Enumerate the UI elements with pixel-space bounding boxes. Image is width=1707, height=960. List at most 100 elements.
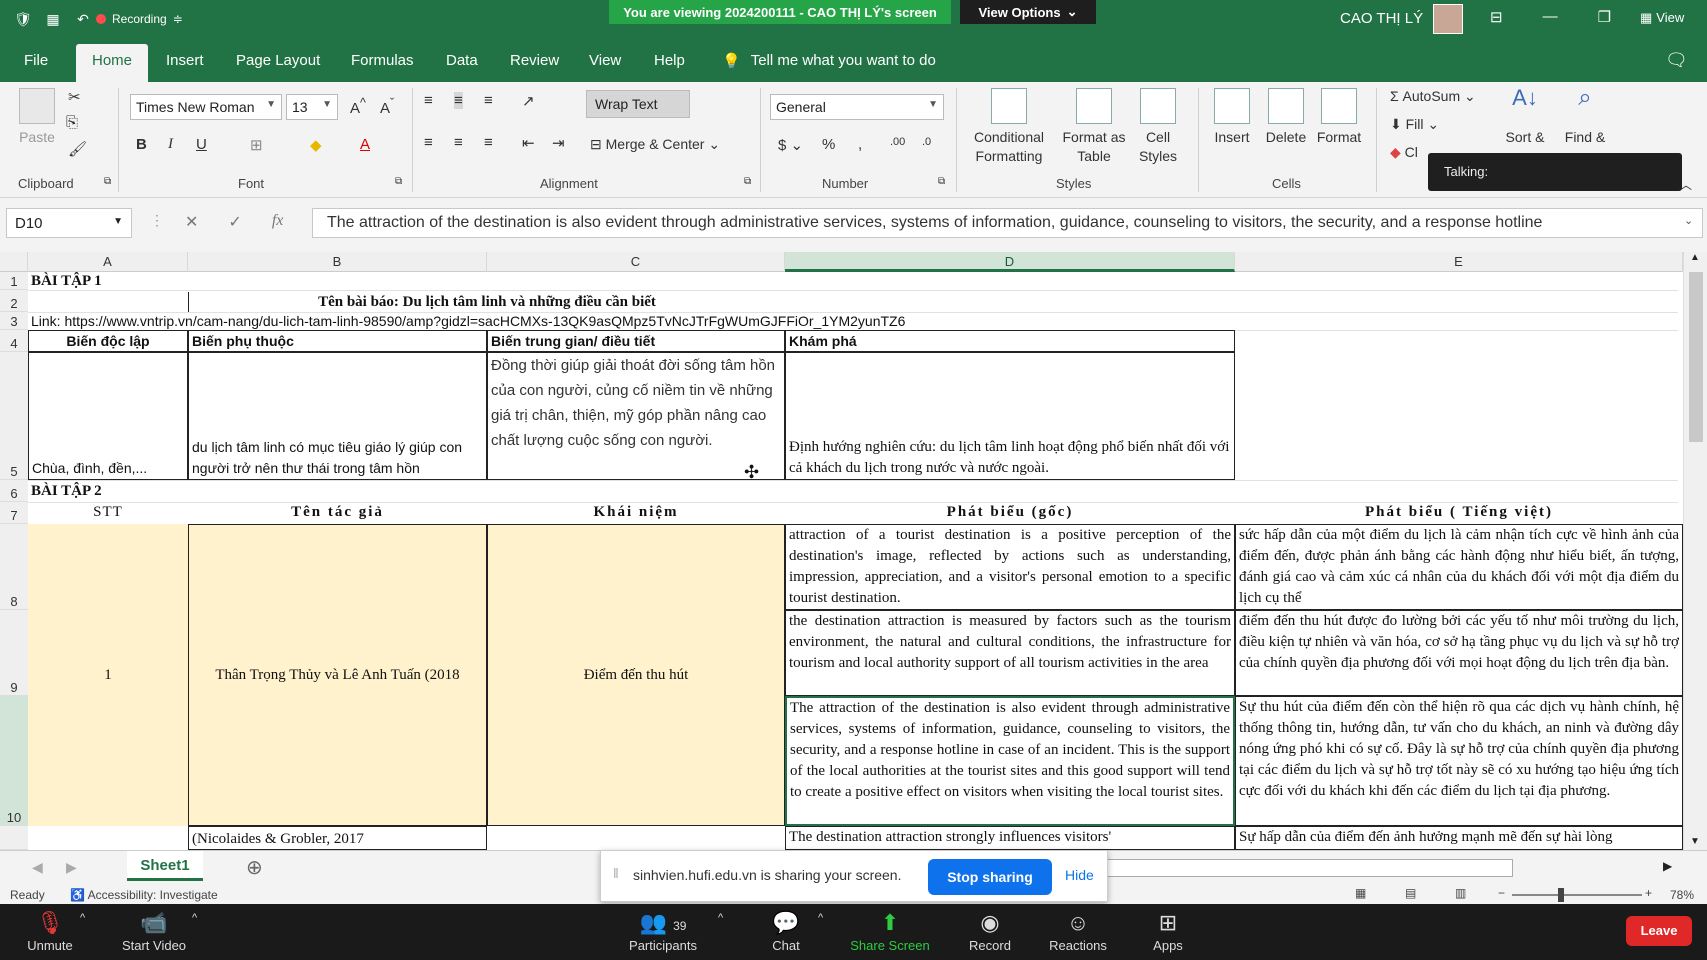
column-header-b[interactable]: B bbox=[188, 252, 487, 272]
row-header-3[interactable]: 3 bbox=[0, 312, 28, 330]
italic-icon[interactable]: I bbox=[168, 136, 173, 153]
paste-button[interactable]: Paste bbox=[14, 88, 60, 147]
align-middle-icon[interactable]: ≡ bbox=[454, 92, 463, 109]
minimize-icon[interactable]: — bbox=[1543, 8, 1558, 26]
participants-button[interactable]: 👥 39 Participants bbox=[613, 908, 713, 953]
row-header-5[interactable]: 5 bbox=[0, 352, 28, 480]
zoom-in-icon[interactable]: + bbox=[1645, 886, 1652, 900]
decrease-font-icon[interactable]: Aˇ bbox=[380, 96, 394, 117]
increase-decimal-icon[interactable]: .00 bbox=[890, 136, 905, 148]
add-sheet-icon[interactable]: ⊕ bbox=[246, 855, 263, 880]
column-header-d[interactable]: D bbox=[785, 252, 1235, 272]
format-as-table-button[interactable]: Format as Table bbox=[1056, 88, 1132, 166]
row-header-6[interactable]: 6 bbox=[0, 480, 28, 502]
clear-button[interactable]: ◆ Cl bbox=[1390, 144, 1418, 161]
tab-file[interactable]: File bbox=[24, 52, 48, 69]
alignment-launcher-icon[interactable]: ⧉ bbox=[744, 176, 751, 187]
column-header-a[interactable]: A bbox=[28, 252, 188, 272]
align-center-icon[interactable]: ≡ bbox=[454, 134, 463, 151]
video-options-icon[interactable]: ^ bbox=[192, 912, 197, 924]
tab-page-layout[interactable]: Page Layout bbox=[236, 52, 320, 69]
grid-icon[interactable]: ▦ bbox=[42, 8, 64, 30]
borders-icon[interactable]: ⊞ bbox=[250, 136, 263, 154]
decrease-decimal-icon[interactable]: .0 bbox=[922, 136, 931, 148]
find-select-button[interactable]: ⌕ Find & bbox=[1560, 86, 1610, 147]
increase-indent-icon[interactable]: ⇥ bbox=[552, 134, 565, 152]
cell-d4[interactable]: Khám phá bbox=[785, 330, 1235, 352]
drag-handle-icon[interactable]: ‖ bbox=[613, 865, 619, 881]
row-header-2[interactable]: 2 bbox=[0, 290, 28, 312]
wrap-text-button[interactable]: Wrap Text bbox=[586, 90, 690, 118]
scroll-right-icon[interactable]: ▶ bbox=[1663, 859, 1672, 873]
cell-a5[interactable]: Chùa, đình, đền,... bbox=[28, 352, 188, 480]
sheet-prev-icon[interactable]: ◀ bbox=[32, 859, 43, 876]
audio-options-icon[interactable]: ^ bbox=[80, 912, 85, 924]
participants-options-icon[interactable]: ^ bbox=[718, 912, 723, 924]
normal-view-icon[interactable]: ▦ bbox=[1355, 886, 1366, 900]
fill-color-icon[interactable]: ◆ bbox=[310, 136, 322, 154]
avatar[interactable] bbox=[1433, 4, 1463, 34]
hide-button[interactable]: Hide bbox=[1065, 867, 1094, 883]
formula-input[interactable]: The attraction of the destination is als… bbox=[312, 208, 1703, 238]
row-header-4[interactable]: 4 bbox=[0, 330, 28, 352]
vertical-scroll-thumb[interactable] bbox=[1689, 272, 1703, 442]
zoom-percent[interactable]: 78% bbox=[1670, 888, 1694, 902]
font-size-select[interactable]: 13 ▼ bbox=[286, 94, 338, 120]
shield-icon[interactable]: 🛡 bbox=[12, 8, 34, 30]
ribbon-display-icon[interactable]: ⊟ bbox=[1490, 8, 1503, 26]
scroll-down-icon[interactable]: ▼ bbox=[1690, 836, 1700, 847]
number-format-select[interactable]: General ▼ bbox=[770, 94, 944, 120]
cell-e7[interactable]: Phát biểu ( Tiếng việt) bbox=[1235, 502, 1683, 524]
leave-button[interactable]: Leave bbox=[1626, 916, 1692, 946]
number-launcher-icon[interactable]: ⧉ bbox=[938, 176, 945, 187]
row-header-10[interactable]: 10 bbox=[0, 696, 28, 826]
cell-d11[interactable]: The destination attraction strongly infl… bbox=[785, 826, 1235, 850]
cell-c5[interactable]: Đồng thời giúp giải thoát đời sống tâm h… bbox=[487, 352, 785, 480]
align-bottom-icon[interactable]: ≡ bbox=[484, 92, 493, 109]
view-options-button[interactable]: View Options ⌄ bbox=[960, 0, 1096, 24]
row-header-7[interactable]: 7 bbox=[0, 502, 28, 524]
align-top-icon[interactable]: ≡ bbox=[424, 92, 433, 109]
formula-bar-dots-icon[interactable]: ⋮ bbox=[150, 212, 164, 229]
cell-b2[interactable]: Tên bài báo: Du lịch tâm linh và những đ… bbox=[188, 292, 785, 312]
align-right-icon[interactable]: ≡ bbox=[484, 134, 493, 151]
percent-icon[interactable]: % bbox=[822, 136, 835, 153]
zoom-slider[interactable] bbox=[1512, 894, 1642, 896]
vertical-scrollbar[interactable]: ▲ ▼ bbox=[1683, 252, 1707, 850]
select-all-corner[interactable] bbox=[0, 252, 28, 272]
start-video-button[interactable]: 📹 Start Video bbox=[104, 908, 204, 953]
zoom-view-button[interactable]: ▦ View bbox=[1640, 10, 1684, 26]
share-screen-button[interactable]: ⬆ Share Screen bbox=[840, 908, 940, 953]
cell-a4[interactable]: Biến độc lập bbox=[28, 330, 188, 352]
recording-indicator[interactable]: Recording ≑ bbox=[96, 12, 183, 26]
comments-icon[interactable]: 🗨 bbox=[1665, 50, 1688, 71]
font-color-icon[interactable]: A bbox=[360, 136, 370, 153]
tab-help[interactable]: Help bbox=[654, 52, 685, 69]
cancel-icon[interactable]: ✕ bbox=[185, 212, 198, 232]
row-header-1[interactable]: 1 bbox=[0, 272, 28, 290]
cell-styles-button[interactable]: Cell Styles bbox=[1134, 88, 1182, 166]
reactions-button[interactable]: ☺ Reactions bbox=[1028, 908, 1128, 953]
cell-a8-merged[interactable]: 1 bbox=[28, 524, 188, 826]
cell-a3[interactable]: Link: https://www.vntrip.vn/cam-nang/du-… bbox=[31, 312, 1231, 330]
cell-d8[interactable]: attraction of a tourist destination is a… bbox=[785, 524, 1235, 610]
scroll-up-icon[interactable]: ▲ bbox=[1690, 252, 1700, 263]
cell-a1[interactable]: BÀI TẬP 1 bbox=[31, 272, 431, 290]
cell-e9[interactable]: điểm đến thu hút được đo lường bởi các y… bbox=[1235, 610, 1683, 696]
orientation-icon[interactable]: ↗ bbox=[522, 92, 535, 110]
tab-formulas[interactable]: Formulas bbox=[351, 52, 414, 69]
cell-d7[interactable]: Phát biểu (gốc) bbox=[785, 502, 1235, 524]
row-header-9[interactable]: 9 bbox=[0, 610, 28, 696]
cell-b8-merged[interactable]: Thân Trọng Thủy và Lê Anh Tuấn (2018 bbox=[188, 524, 487, 826]
cut-icon[interactable]: ✂ bbox=[68, 88, 81, 106]
comma-icon[interactable]: , bbox=[858, 136, 862, 153]
bold-icon[interactable]: B bbox=[136, 136, 147, 153]
chat-options-icon[interactable]: ^ bbox=[818, 912, 823, 924]
merge-center-button[interactable]: ⊟ Merge & Center ⌄ bbox=[590, 136, 720, 153]
cell-e10[interactable]: Sự thu hút của điểm đến còn thể hiện rõ … bbox=[1235, 696, 1683, 826]
decrease-indent-icon[interactable]: ⇤ bbox=[522, 134, 535, 152]
fill-button[interactable]: ⬇ Fill ⌄ bbox=[1390, 116, 1439, 133]
cell-c8-merged[interactable]: Điểm đến thu hút bbox=[487, 524, 785, 826]
cell-c4[interactable]: Biến trung gian/ điều tiết bbox=[487, 330, 785, 352]
cell-d9[interactable]: the destination attraction is measured b… bbox=[785, 610, 1235, 696]
